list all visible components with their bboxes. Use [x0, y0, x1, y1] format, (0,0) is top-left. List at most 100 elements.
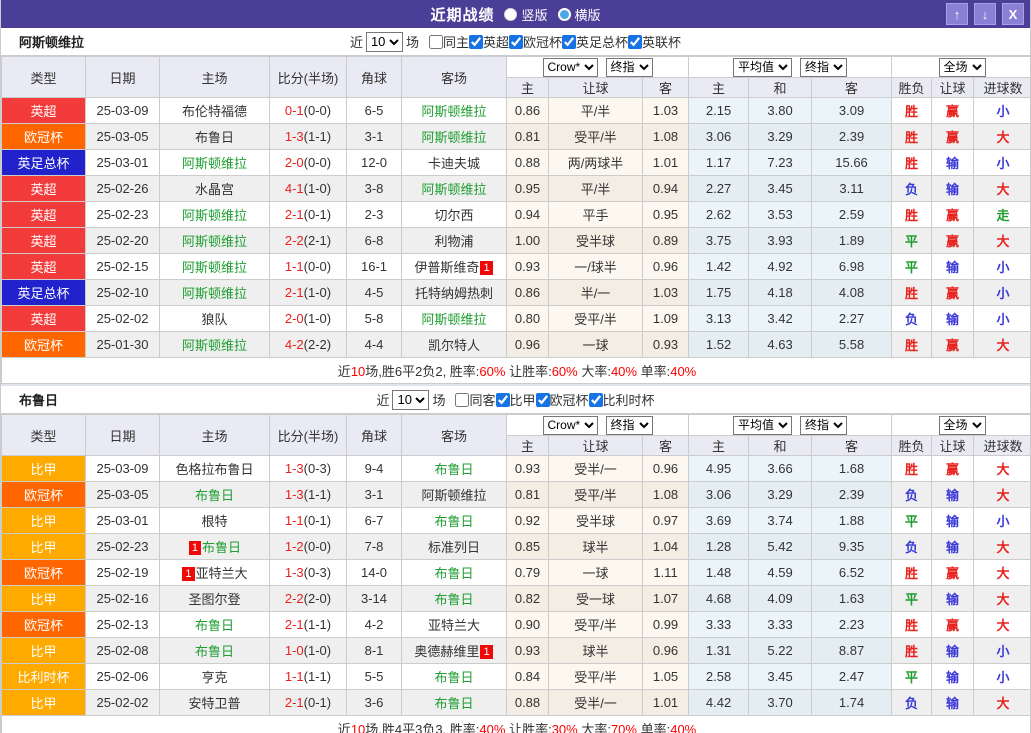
- summary-segment: 大率:: [578, 722, 611, 733]
- avg-draw-odds: 5.22: [749, 638, 812, 664]
- handicap-away-odds: 1.05: [643, 664, 689, 690]
- move-down-button[interactable]: ↓: [974, 3, 996, 25]
- league-filter-checkbox-input[interactable]: [496, 393, 510, 407]
- home-team-cell: 狼队: [160, 306, 270, 332]
- result-goals: 大: [974, 332, 1031, 358]
- radio-unselected-icon[interactable]: [558, 8, 571, 21]
- result-goals: 小: [974, 664, 1031, 690]
- match-row: 比甲25-02-16圣图尔登2-2(2-0)3-14布鲁日0.82受一球1.07…: [2, 586, 1031, 612]
- handicap-away-odds: 0.95: [643, 202, 689, 228]
- move-up-button[interactable]: ↑: [946, 3, 968, 25]
- result-handicap: 输: [932, 150, 974, 176]
- team-name-text: 布伦特福德: [182, 104, 247, 119]
- result-handicap: 赢: [932, 98, 974, 124]
- bookmaker-select[interactable]: Crow*: [543, 58, 598, 77]
- games-label: 场: [406, 32, 419, 51]
- score-cell: 1-0(1-0): [270, 638, 347, 664]
- league-filter-checkbox-input[interactable]: [536, 393, 550, 407]
- avg-draw-odds: 5.42: [749, 534, 812, 560]
- average-select[interactable]: 平均值: [733, 416, 792, 435]
- handicap-away-odds: 1.03: [643, 280, 689, 306]
- close-button[interactable]: X: [1002, 3, 1024, 25]
- result-winlose: 胜: [892, 456, 932, 482]
- final-odds-select[interactable]: 终指: [606, 58, 653, 77]
- team-name-text: 根特: [201, 514, 227, 529]
- match-date: 25-01-30: [86, 332, 160, 358]
- home-team-cell: 阿斯顿维拉: [160, 280, 270, 306]
- league-badge: 比利时杯: [2, 664, 86, 690]
- scope-select[interactable]: 全场: [939, 58, 986, 77]
- handicap-away-odds: 1.01: [643, 690, 689, 716]
- scope-dropdown-cell: 全场: [892, 415, 1031, 436]
- same-venue-checkbox[interactable]: 同客: [455, 390, 495, 409]
- result-goals: 大: [974, 534, 1031, 560]
- same-venue-checkbox[interactable]: 同主: [429, 32, 469, 51]
- league-filter-checkbox[interactable]: 英联杯: [628, 32, 681, 51]
- corner-count: 6-8: [347, 228, 402, 254]
- result-handicap: 赢: [932, 228, 974, 254]
- sub-col-header: 胜负: [892, 436, 932, 456]
- match-row: 欧冠杯25-03-05布鲁日1-3(1-1)3-1阿斯顿维拉0.81受平/半1.…: [2, 124, 1031, 150]
- radio-horizontal-layout[interactable]: 横版: [558, 5, 601, 24]
- league-filter-checkbox-input[interactable]: [589, 393, 603, 407]
- final-odds-select[interactable]: 终指: [606, 416, 653, 435]
- match-row: 比甲25-03-09色格拉布鲁日1-3(0-3)9-4布鲁日0.93受半/一0.…: [2, 456, 1031, 482]
- league-filter-checkbox[interactable]: 欧冠杯: [509, 32, 562, 51]
- league-filter-checkbox[interactable]: 比利时杯: [589, 390, 655, 409]
- team-name-text: 布鲁日: [434, 592, 473, 607]
- team-name-text: 阿斯顿维拉: [421, 104, 486, 119]
- average-select[interactable]: 平均值: [733, 58, 792, 77]
- summary-segment: 70%: [611, 722, 637, 733]
- match-row: 英足总杯25-02-10阿斯顿维拉2-1(1-0)4-5托特纳姆热刺0.86半/…: [2, 280, 1031, 306]
- match-row: 英超25-02-02狼队2-0(1-0)5-8阿斯顿维拉0.80受平/半1.09…: [2, 306, 1031, 332]
- league-filter-checkbox-input[interactable]: [469, 35, 483, 49]
- handicap-away-odds: 0.93: [643, 332, 689, 358]
- match-row: 英超25-02-20阿斯顿维拉2-2(2-1)6-8利物浦1.00受半球0.89…: [2, 228, 1031, 254]
- league-filter-checkbox-input[interactable]: [628, 35, 642, 49]
- team-name-text: 阿斯顿维拉: [421, 488, 486, 503]
- same-venue-checkbox-input[interactable]: [455, 393, 469, 407]
- league-filter-checkbox-input[interactable]: [509, 35, 523, 49]
- bookmaker-select[interactable]: Crow*: [543, 416, 598, 435]
- league-badge: 英超: [2, 228, 86, 254]
- avg-home-odds: 2.58: [689, 664, 749, 690]
- radio-selected-icon[interactable]: [504, 8, 517, 21]
- handicap-home-odds: 0.85: [507, 534, 549, 560]
- match-row: 比甲25-02-231布鲁日1-2(0-0)7-8标准列日0.85球半1.041…: [2, 534, 1031, 560]
- result-handicap: 输: [932, 254, 974, 280]
- corner-count: 9-4: [347, 456, 402, 482]
- radio-vertical-layout[interactable]: 竖版: [504, 5, 547, 24]
- league-filter-checkbox[interactable]: 英足总杯: [562, 32, 628, 51]
- match-count-select[interactable]: 10: [392, 390, 429, 410]
- sub-col-header: 进球数: [974, 436, 1031, 456]
- sub-col-header: 让球: [932, 436, 974, 456]
- near-label: 近: [376, 390, 389, 409]
- sub-col-header: 和: [749, 436, 812, 456]
- score-cell: 1-1(1-1): [270, 664, 347, 690]
- home-team-cell: 布鲁日: [160, 482, 270, 508]
- match-date: 25-02-16: [86, 586, 160, 612]
- team-name-text: 奥德赫维里: [414, 644, 479, 659]
- final-avg-select[interactable]: 终指: [800, 416, 847, 435]
- avg-draw-odds: 3.66: [749, 456, 812, 482]
- result-winlose: 胜: [892, 150, 932, 176]
- match-date: 25-02-10: [86, 280, 160, 306]
- league-filter-checkbox[interactable]: 比甲: [496, 390, 536, 409]
- match-count-select[interactable]: 10: [366, 32, 403, 52]
- avg-away-odds: 3.11: [812, 176, 892, 202]
- result-goals: 走: [974, 202, 1031, 228]
- final-avg-select[interactable]: 终指: [800, 58, 847, 77]
- league-filter-checkbox[interactable]: 欧冠杯: [536, 390, 589, 409]
- near-label: 近: [350, 32, 363, 51]
- scope-select[interactable]: 全场: [939, 416, 986, 435]
- league-filter-checkbox[interactable]: 英超: [469, 32, 509, 51]
- home-team-cell: 布鲁日: [160, 638, 270, 664]
- corner-count: 6-7: [347, 508, 402, 534]
- handicap-away-odds: 1.07: [643, 586, 689, 612]
- match-row: 英超25-03-09布伦特福德0-1(0-0)6-5阿斯顿维拉0.86平/半1.…: [2, 98, 1031, 124]
- team-name-text: 布鲁日: [202, 540, 241, 555]
- same-venue-checkbox-input[interactable]: [429, 35, 443, 49]
- handicap-line: 平/半: [549, 176, 643, 202]
- league-filter-checkbox-input[interactable]: [562, 35, 576, 49]
- handicap-home-odds: 0.93: [507, 254, 549, 280]
